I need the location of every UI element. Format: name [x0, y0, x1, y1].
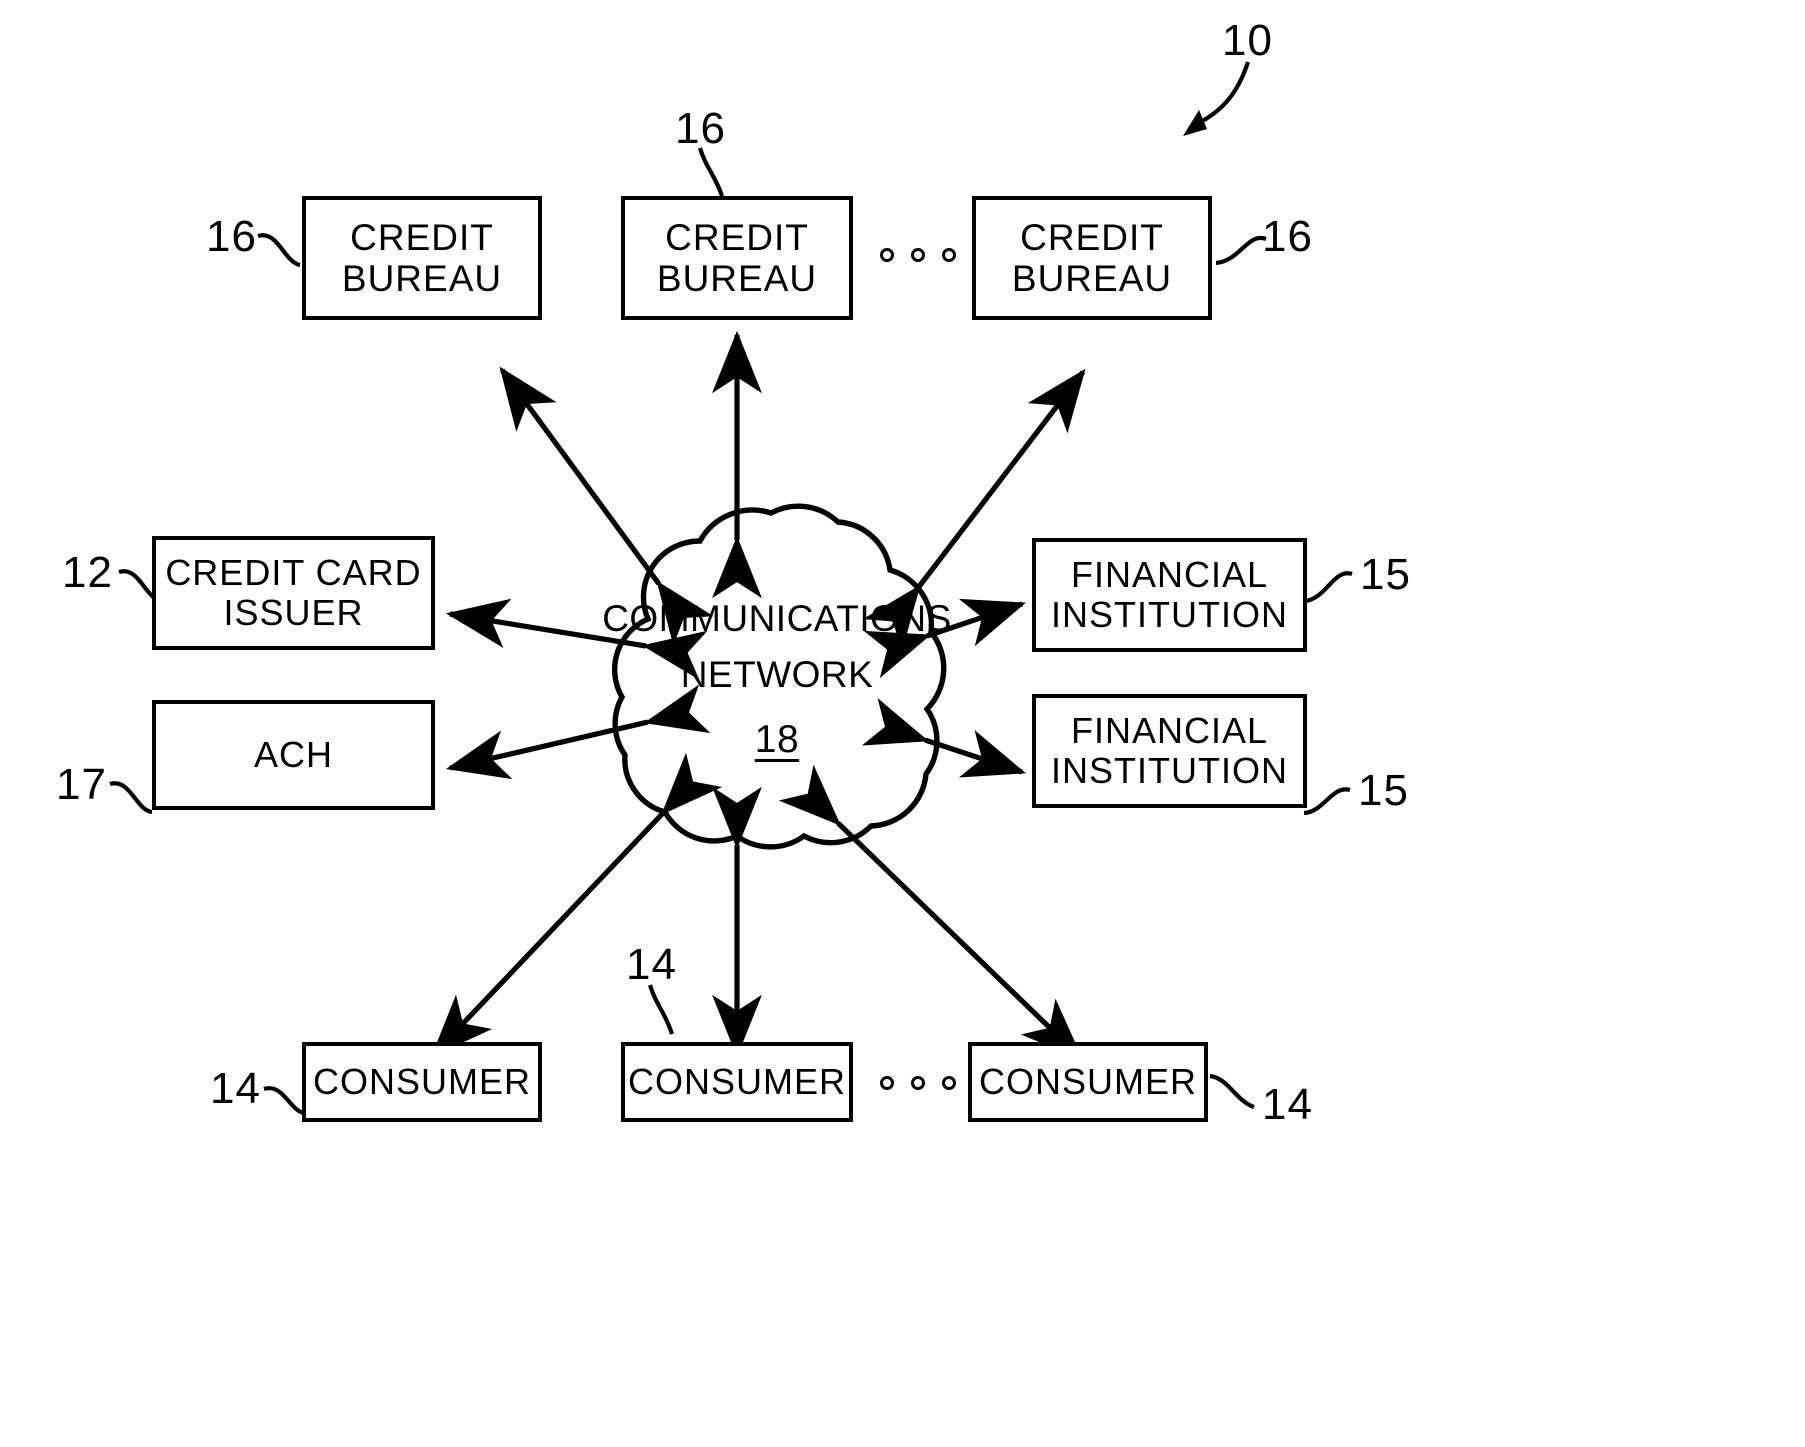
node-label-line2: ISSUER: [223, 592, 364, 633]
ref-numeral-15-upper: 15: [1360, 550, 1411, 599]
ref-numeral-15-lower: 15: [1358, 766, 1409, 815]
node-financial-institution-1[interactable]: FINANCIAL INSTITUTION: [1032, 538, 1307, 652]
ellipsis-dot: [911, 1076, 925, 1090]
node-label-line1: CREDIT: [665, 216, 809, 258]
node-credit-card-issuer[interactable]: CREDIT CARD ISSUER: [152, 536, 435, 650]
node-consumer-3[interactable]: CONSUMER: [968, 1042, 1208, 1122]
node-label-line2: BUREAU: [656, 258, 818, 299]
ref-numeral-16-top: 16: [675, 104, 726, 153]
node-credit-bureau-1[interactable]: CREDIT BUREAU: [302, 196, 542, 320]
ellipsis-dot: [880, 248, 894, 262]
ellipsis-dot: [911, 248, 925, 262]
node-consumer-2[interactable]: CONSUMER: [621, 1042, 853, 1122]
ellipsis-dot: [880, 1076, 894, 1090]
node-label-line1: FINANCIAL: [1070, 709, 1269, 751]
cloud-label-line1: COMMUNICATIONS: [602, 598, 952, 639]
ref-numeral-12: 12: [62, 548, 113, 597]
ellipsis-consumers: [880, 1076, 956, 1090]
ellipsis-dot: [942, 1076, 956, 1090]
ellipsis-dot: [942, 248, 956, 262]
node-label-line1: FINANCIAL: [1070, 553, 1269, 595]
node-label-line1: CONSUMER: [978, 1060, 1197, 1102]
ref-numeral-16-left: 16: [206, 212, 257, 261]
node-label-line1: CONSUMER: [312, 1060, 531, 1102]
cloud-label-line2: NETWORK: [680, 654, 874, 695]
node-label-line2: INSTITUTION: [1051, 594, 1288, 635]
ref-numeral-18: 18: [754, 718, 800, 761]
node-ach[interactable]: ACH: [152, 700, 435, 810]
node-financial-institution-2[interactable]: FINANCIAL INSTITUTION: [1032, 694, 1307, 808]
node-credit-bureau-2[interactable]: CREDIT BUREAU: [621, 196, 853, 320]
ref-numeral-14-center: 14: [626, 940, 677, 989]
cloud-communications-network[interactable]: COMMUNICATIONS NETWORK 18: [567, 598, 987, 762]
node-label-line1: ACH: [253, 733, 333, 775]
ref-numeral-17: 17: [56, 760, 107, 809]
node-label-line2: BUREAU: [1011, 258, 1173, 299]
ref-numeral-14-right: 14: [1262, 1080, 1313, 1129]
ref-numeral-16-right: 16: [1262, 212, 1313, 261]
ellipsis-credit-bureaus: [880, 248, 956, 262]
ref-numeral-10-figure: 10: [1222, 16, 1273, 65]
node-label-line1: CREDIT CARD: [165, 551, 422, 593]
ref-numeral-14-left: 14: [210, 1064, 261, 1113]
patent-figure: CREDIT BUREAU 16 CREDIT BUREAU 16 CREDIT…: [0, 0, 1805, 1447]
node-label-line1: CREDIT: [350, 216, 494, 258]
node-label-line2: INSTITUTION: [1051, 750, 1288, 791]
node-credit-bureau-3[interactable]: CREDIT BUREAU: [972, 196, 1212, 320]
node-consumer-1[interactable]: CONSUMER: [302, 1042, 542, 1122]
node-label-line1: CREDIT: [1020, 216, 1164, 258]
node-label-line1: CONSUMER: [627, 1060, 846, 1102]
node-label-line2: BUREAU: [341, 258, 503, 299]
